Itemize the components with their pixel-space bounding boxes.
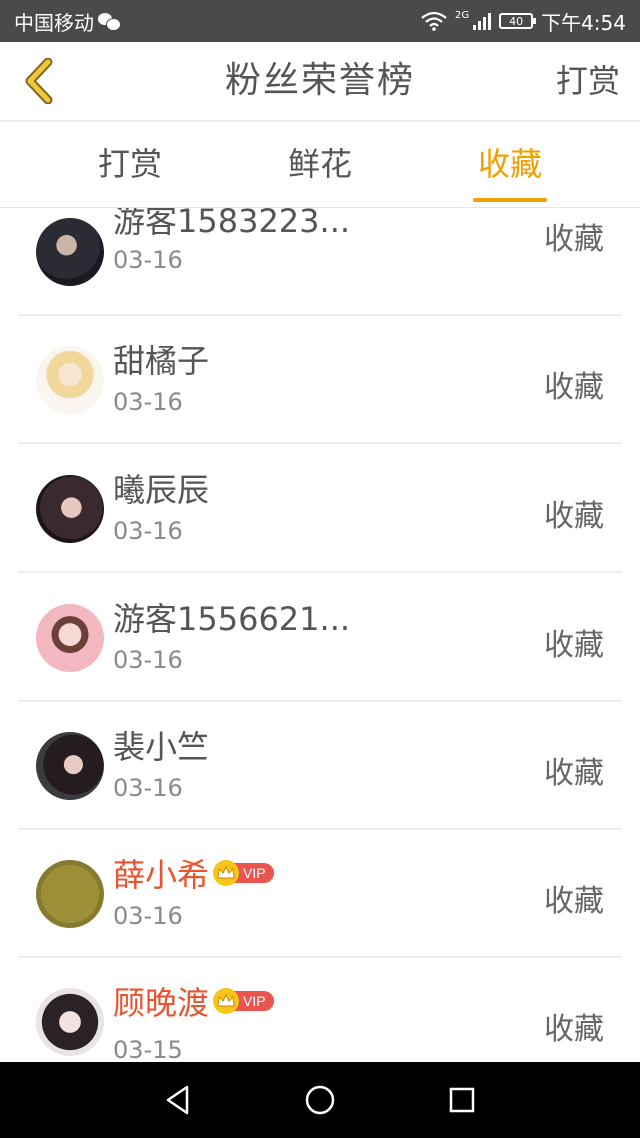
- fan-date: 03-15: [113, 1036, 183, 1062]
- list-item[interactable]: 顾晚渡 VIP 03-15 收藏: [0, 958, 640, 1062]
- fan-name: 薛小希: [113, 856, 210, 894]
- nav-home-button[interactable]: [280, 1062, 360, 1138]
- list-item[interactable]: 薛小希 VIP 03-16 收藏: [0, 830, 640, 958]
- status-bar-left: 中国移动: [14, 0, 121, 42]
- fan-action: 收藏: [544, 884, 604, 919]
- fan-name: 曦辰辰: [113, 471, 210, 509]
- carrier-label: 中国移动: [14, 10, 94, 35]
- crown-icon: [213, 988, 240, 1014]
- crown-icon: [213, 860, 240, 886]
- fan-list: 游客1583223... 03-16 收藏 甜橘子 03-16 收藏 曦辰辰 0…: [0, 208, 640, 1062]
- fan-action: 收藏: [544, 222, 604, 257]
- list-item[interactable]: 裴小竺 03-16 收藏: [0, 702, 640, 830]
- tab-reward[interactable]: 打赏: [70, 122, 190, 208]
- fan-action: 收藏: [544, 499, 604, 534]
- active-tab-indicator: [473, 198, 547, 202]
- circle-home-icon: [305, 1085, 335, 1115]
- network-type-label: 2G: [454, 9, 470, 21]
- fan-name: 甜橘子: [113, 342, 210, 380]
- fan-name: 裴小竺: [113, 728, 210, 766]
- fan-action: 收藏: [544, 756, 604, 791]
- square-recent-icon: [449, 1087, 475, 1113]
- avatar: [36, 988, 104, 1056]
- signal-strength-icon: [473, 12, 492, 30]
- fan-name: 游客1583223...: [113, 208, 351, 240]
- row-divider: [18, 442, 622, 444]
- fan-date: 03-16: [113, 902, 183, 930]
- tab-favorites[interactable]: 收藏: [450, 122, 570, 208]
- fan-name-row: 顾晚渡 VIP: [113, 978, 274, 1024]
- nav-back-button[interactable]: [138, 1062, 218, 1138]
- tab-flowers[interactable]: 鲜花: [260, 122, 380, 208]
- tab-favorites-label: 收藏: [477, 145, 542, 183]
- list-item[interactable]: 游客1583223... 03-16 收藏: [0, 208, 640, 316]
- fan-name: 游客1556621...: [113, 600, 351, 638]
- fan-date: 03-16: [113, 774, 183, 802]
- avatar: [36, 604, 104, 672]
- fan-date: 03-16: [113, 246, 183, 274]
- battery-level: 40: [509, 14, 524, 28]
- fan-name-row: 薛小希 VIP: [113, 850, 274, 896]
- tab-reward-label: 打赏: [97, 145, 162, 183]
- reward-button[interactable]: 打赏: [556, 42, 620, 120]
- avatar: [36, 732, 104, 800]
- vip-badge: VIP: [213, 860, 274, 886]
- avatar: [36, 346, 104, 414]
- tab-bar: 打赏 鲜花 收藏: [0, 122, 640, 208]
- status-bar-right: 2G 40 下午4:54: [421, 0, 626, 42]
- nav-recent-button[interactable]: [422, 1062, 502, 1138]
- fan-date: 03-16: [113, 388, 183, 416]
- fan-action: 收藏: [544, 1012, 604, 1047]
- tab-flowers-label: 鲜花: [287, 145, 352, 183]
- triangle-back-icon: [166, 1085, 189, 1115]
- vip-badge: VIP: [213, 988, 274, 1014]
- wechat-notification-icon: [98, 12, 121, 31]
- row-divider: [18, 571, 622, 573]
- list-item[interactable]: 游客1556621... 03-16 收藏: [0, 574, 640, 702]
- avatar: [36, 475, 104, 543]
- avatar: [36, 860, 104, 928]
- list-item[interactable]: 甜橘子 03-16 收藏: [0, 316, 640, 444]
- fan-date: 03-16: [113, 646, 183, 674]
- fan-date: 03-16: [113, 517, 183, 545]
- system-nav-bar: [0, 1062, 640, 1138]
- app-header: 粉丝荣誉榜 打赏: [0, 42, 640, 120]
- fan-action: 收藏: [544, 370, 604, 405]
- status-bar: 中国移动 2G 40 下午4:54: [0, 0, 640, 42]
- list-item[interactable]: 曦辰辰 03-16 收藏: [0, 445, 640, 573]
- page-title: 粉丝荣誉榜: [224, 60, 415, 101]
- clock: 下午4:54: [541, 10, 626, 35]
- fan-action: 收藏: [544, 628, 604, 663]
- avatar: [36, 218, 104, 286]
- wifi-icon: [421, 11, 447, 31]
- battery-icon: 40: [499, 13, 537, 29]
- fan-name: 顾晚渡: [113, 984, 210, 1022]
